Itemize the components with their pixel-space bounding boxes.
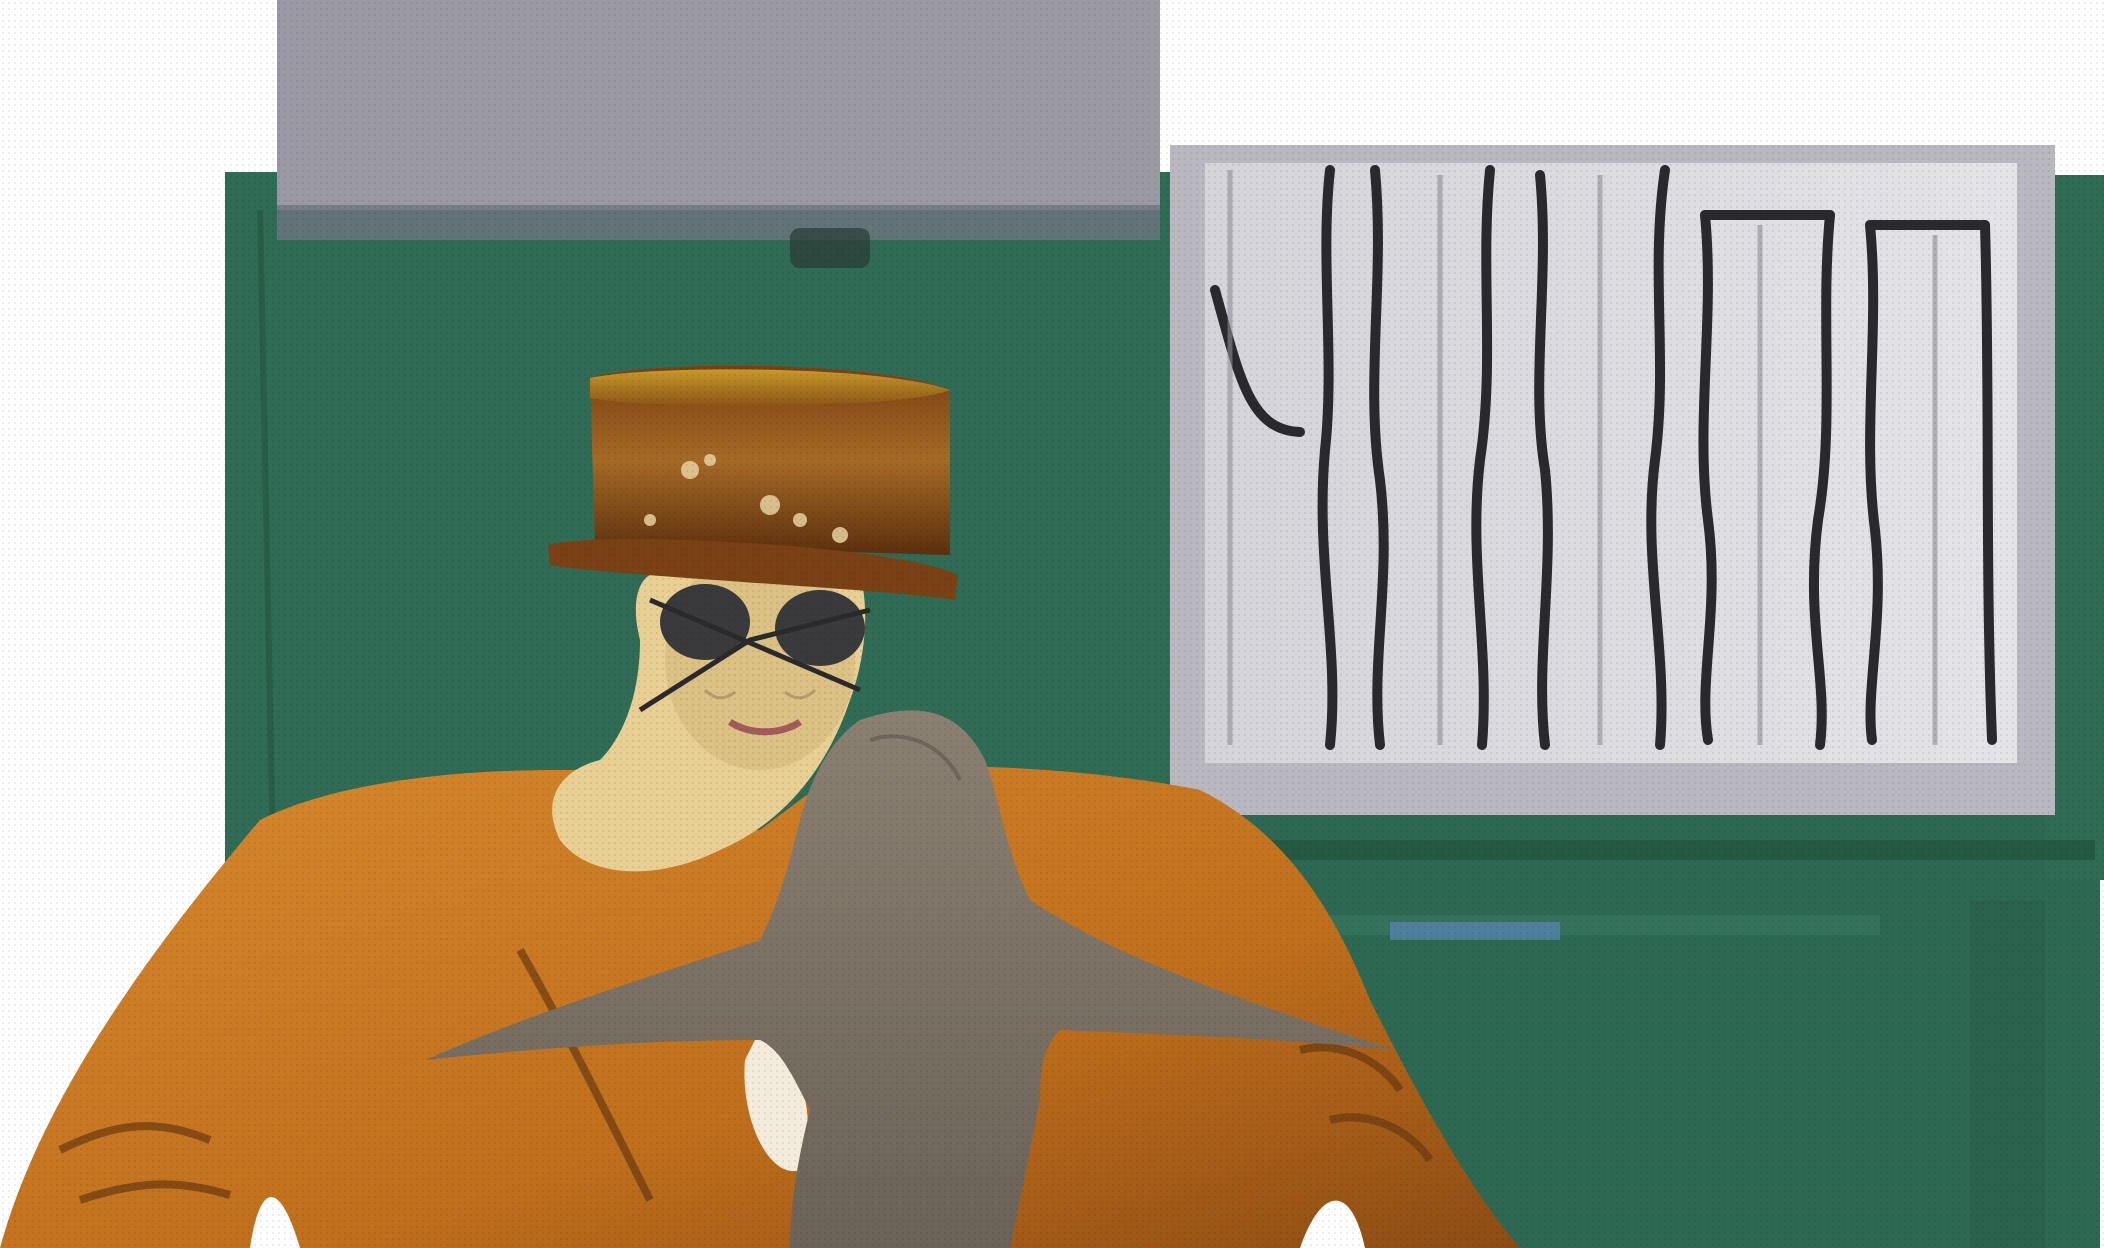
scene-canvas <box>0 0 2104 1248</box>
scene-illustration <box>0 0 2104 1248</box>
halftone-overlay <box>0 0 2104 1248</box>
